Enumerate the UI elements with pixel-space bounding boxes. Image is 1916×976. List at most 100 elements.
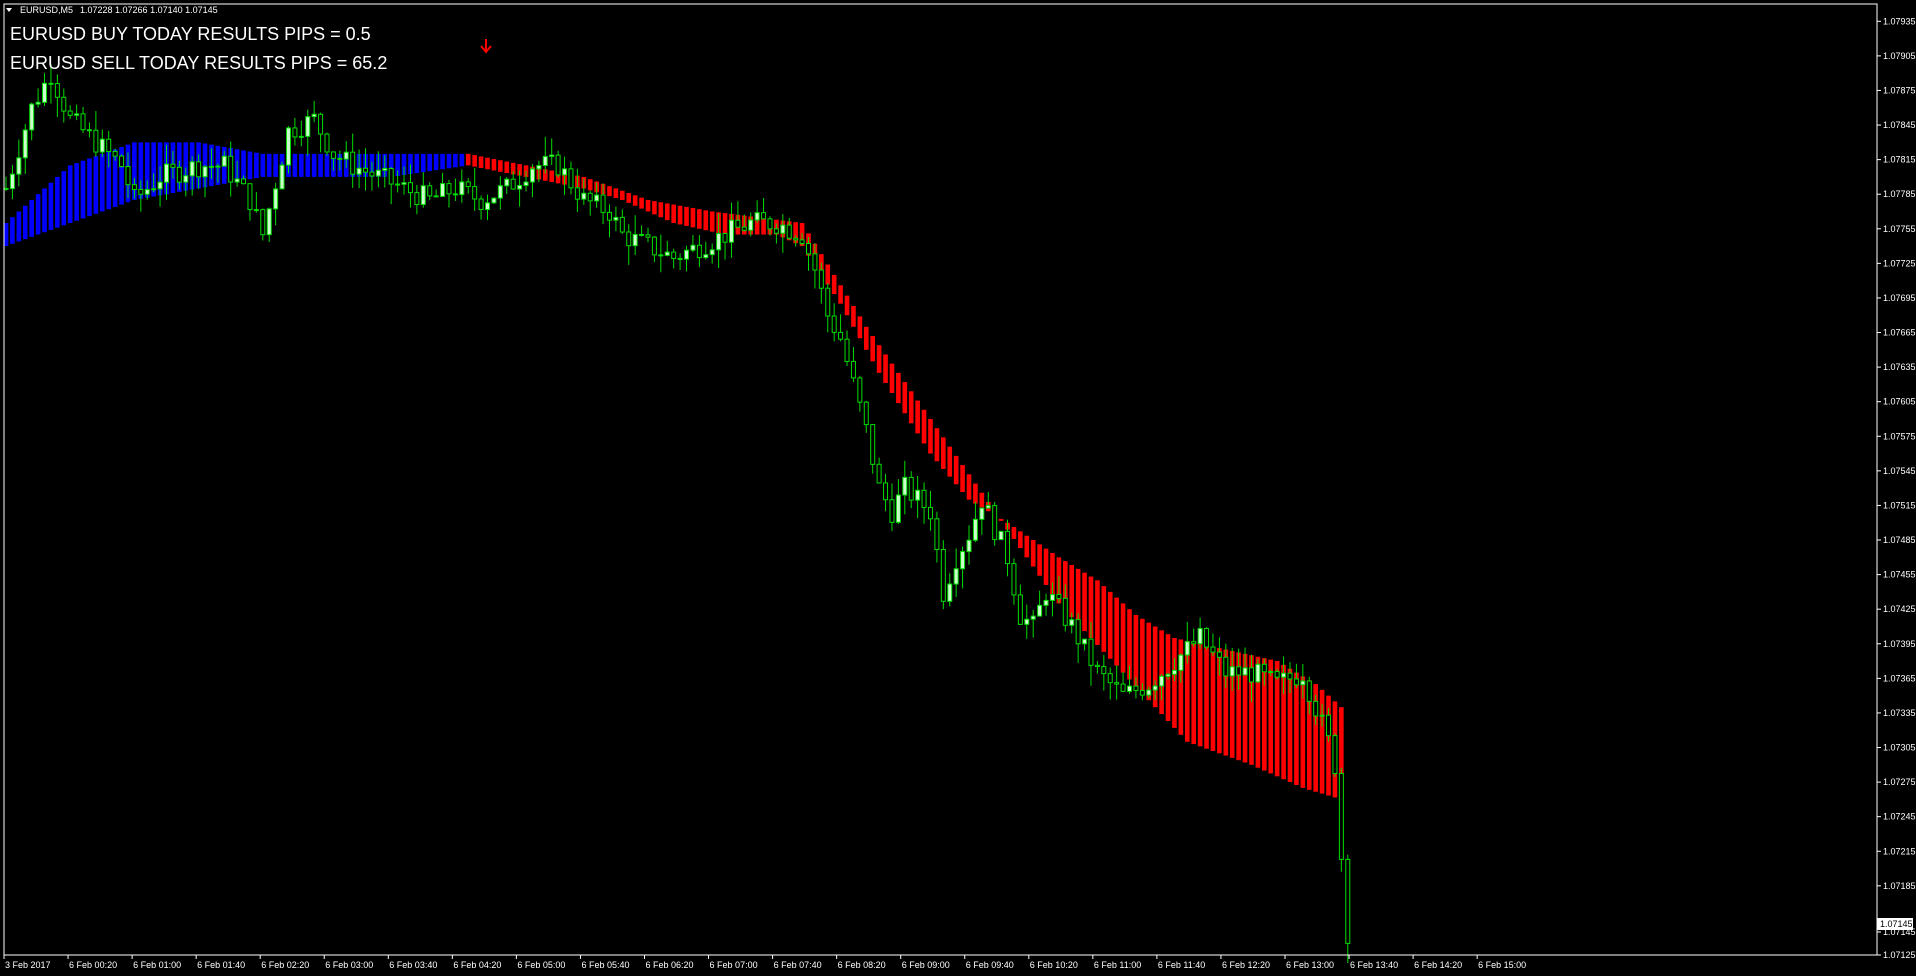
candle-body [825,287,831,317]
candle-body [440,183,446,197]
candle-body [330,151,336,159]
ribbon-bar [61,171,67,226]
candle-body [305,116,311,137]
ribbon-bar [1082,572,1087,632]
triangle-down-icon[interactable] [6,8,12,12]
ribbon-bar [1191,642,1196,745]
x-tick-label: 6 Feb 05:40 [581,960,629,970]
x-tick-label: 6 Feb 13:00 [1286,960,1334,970]
candle-body [998,530,1004,541]
candle-body [895,494,901,523]
candle-body [960,551,966,570]
candle-body [568,168,574,189]
candle-body [1197,628,1203,645]
candle-body [1229,666,1235,677]
ribbon-bar [1101,586,1107,652]
candle-body [176,166,182,183]
candle-body [831,315,837,333]
x-tick-label: 6 Feb 00:20 [69,960,117,970]
ribbon-bar [498,160,503,172]
ribbon-bar [427,153,433,172]
ribbon-bar [639,197,644,209]
x-tick-label: 6 Feb 06:20 [646,960,694,970]
candle-body [337,157,343,160]
ribbon-bar [998,518,1004,521]
ribbon-bar [870,335,875,362]
x-tick-label: 6 Feb 10:20 [1030,960,1078,970]
candle-body [1313,700,1319,717]
candle-body [741,226,747,231]
candle-body [1159,675,1165,687]
ribbon-bar [1210,646,1216,751]
candle-body [189,161,195,177]
candle-body [433,195,439,198]
candle-body [587,192,593,202]
y-tick-label: 1.07455 [1883,570,1916,580]
candle-body [574,187,580,200]
candle-body [812,253,818,271]
candle-body [1204,628,1210,648]
candle-body [42,82,48,103]
ribbon-bar [42,188,47,233]
candle-body [664,251,670,256]
candle-body [1287,672,1293,680]
candle-body [446,183,452,195]
price-chart[interactable]: 1.07935 1.07905 1.07875 1.07845 1.07815 1.077… [0,0,1916,976]
ribbon-bar [22,205,28,240]
ribbon-bar [1018,531,1023,549]
x-tick-label: 6 Feb 07:40 [774,960,822,970]
ribbon-bar [908,391,914,424]
candle-body [221,155,227,167]
candle-body [549,154,555,157]
ribbon-bar [1114,597,1119,666]
candle-body [1062,597,1068,626]
candle-body [273,188,279,210]
candle-body [542,155,548,167]
candle-body [112,150,118,157]
candle-body [99,138,105,153]
ribbon-bar [953,455,959,485]
y-tick-label: 1.07545 [1883,466,1916,476]
ribbon-bar [433,153,439,171]
candle-body [202,166,208,178]
candle-body [799,239,805,244]
candle-body [318,113,324,135]
candle-body [857,377,863,403]
ribbon-bar [247,151,253,180]
current-price-label: 1.07145 [1880,919,1913,929]
candle-body [863,401,869,426]
candle-body [1133,685,1139,692]
ribbon-bar [459,153,465,167]
candle-body [144,189,150,195]
ribbon-bar [761,218,766,235]
candle-body [279,164,285,190]
sell-arrow-down-icon [480,39,492,54]
ribbon-bar [1024,535,1030,558]
y-tick-label: 1.07605 [1883,397,1916,407]
candle-body [125,166,131,186]
candle-body [1338,772,1344,860]
candle-body [427,185,433,197]
candle-body [1319,714,1325,717]
ribbon-bar [465,153,471,166]
candle-body [131,184,137,190]
candle-body [529,168,535,183]
ribbon-bar [1204,645,1209,749]
candle-body [1037,604,1043,617]
candle-body [748,219,754,231]
candle-body [658,254,664,257]
ribbon-bar [446,153,452,169]
x-tick-label: 6 Feb 02:20 [261,960,309,970]
candle-body [619,216,625,233]
y-tick-label: 1.07335 [1883,708,1916,718]
candle-body [86,129,92,132]
candle-body [908,476,914,501]
candle-body [915,489,921,501]
candle-body [677,257,683,260]
y-tick-label: 1.07215 [1883,846,1916,856]
ribbon-bar [677,205,683,225]
chart-frame [3,3,1878,956]
candle-body [106,138,112,152]
y-tick-label: 1.07575 [1883,431,1916,441]
candle-body [164,163,169,183]
